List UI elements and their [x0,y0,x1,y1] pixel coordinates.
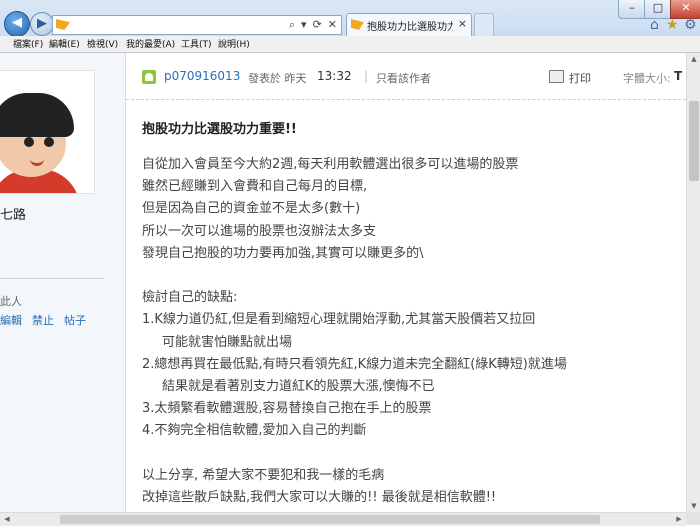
online-status-icon [142,70,156,84]
author-sidebar: 七路 此人 編輯 禁止 帖子 [0,53,126,512]
body-line: 雖然已經賺到入會費和自己每月的目標, [142,179,368,195]
scroll-up-arrow-icon[interactable]: ▲ [687,55,700,63]
sidebar-username[interactable]: 七路 [0,204,26,223]
ban-link[interactable]: 禁止 [32,314,54,327]
scroll-down-arrow-icon[interactable]: ▼ [687,502,700,510]
posted-label: 發表於 昨天 [248,72,307,85]
review-line: 2.總想再買在最低點,有時只看領先紅,K線力道未完全翻紅(綠K轉短)就進場 [142,356,567,372]
font-size-label: 字體大小: [623,72,671,85]
review-line: 可能就害怕賺點就出場 [162,334,293,350]
header-divider [126,99,686,100]
review-line: 結果就是看著別支力道紅K的股票大漲,懊悔不已 [162,378,435,394]
browser-titlebar: ◀ ▶ ⌕▾⟳✕ 抱股功力比選股功力重要!! ... × – □ ✕ ⌂ ★ ⚙ [0,0,700,37]
menu-view[interactable]: 檢視(V) [87,37,118,50]
separator: | [364,69,369,83]
sidebar-label: 此人 [0,295,22,308]
vertical-scroll-thumb[interactable] [689,101,699,181]
sidebar-divider [0,278,104,279]
tab-close-icon[interactable]: × [458,17,467,30]
author-link[interactable]: p070916013 [164,69,240,83]
menu-favorites[interactable]: 我的最愛(A) [126,37,175,50]
favorites-star-icon[interactable]: ★ [666,17,679,33]
address-bar[interactable]: ⌕ ▾ ⟳ ✕ [52,15,342,35]
refresh-icon[interactable]: ⟳ [313,18,322,31]
menu-tools[interactable]: 工具(T) [181,37,212,50]
minimize-button[interactable]: – [618,0,646,19]
search-icon[interactable]: ⌕ [289,18,295,31]
review-line: 4.不夠完全相信軟體,愛加入自己的判斷 [142,423,367,439]
dropdown-icon[interactable]: ▾ [301,18,307,31]
body-line: 但是因為自己的資金並不是太多(數十) [142,201,361,217]
browser-tab[interactable]: 抱股功力比選股功力重要!! ... × [346,13,472,36]
site-favicon-icon [56,19,70,30]
menu-help[interactable]: 說明(H) [218,37,250,50]
closing-line: 以上分享, 希望大家不要犯和我一樣的毛病 [142,467,385,483]
body-line: 發現自己抱股的功力要再加強,其實可以賺更多的\ [142,245,424,261]
print-link[interactable]: 打印 [569,70,591,86]
font-size-toggle[interactable]: T [674,69,682,83]
horizontal-scroll-thumb[interactable] [60,515,600,524]
body-line: 所以一次可以進場的股票也沒辦法太多支 [142,223,377,239]
closing-line: 改掉這些散戶缺點,我們大家可以大賺的!! 最後就是相信軟體!! [142,489,497,505]
post-title: 抱股功力比選股功力重要!! [142,122,297,137]
gear-icon[interactable]: ⚙ [684,17,697,33]
post-header: p070916013 發表於 昨天 13:32 | 只看該作者 打印 字體大小:… [126,53,686,97]
review-line: 3.太頻繁看軟體選股,容易替換自己抱在手上的股票 [142,401,432,417]
post-body: 自從加入會員至今大約2週,每天利用軟體選出很多可以進場的股票 雖然已經賺到入會費… [142,154,682,509]
tab-favicon-icon [351,19,364,30]
menu-file[interactable]: 檔案(F) [13,37,43,50]
sidebar-links: 編輯 禁止 帖子 [0,312,96,328]
menu-bar: 檔案(F) 編輯(E) 檢視(V) 我的最愛(A) 工具(T) 說明(H) [0,36,700,53]
avatar[interactable] [0,70,95,194]
only-author-link[interactable]: 只看該作者 [376,70,431,86]
scroll-left-arrow-icon[interactable]: ◀ [0,515,14,523]
scroll-right-arrow-icon[interactable]: ▶ [672,515,686,523]
menu-edit[interactable]: 編輯(E) [49,37,80,50]
home-icon[interactable]: ⌂ [650,17,659,33]
tab-title: 抱股功力比選股功力重要!! ... [367,22,453,33]
edit-link[interactable]: 編輯 [0,314,22,327]
printer-icon[interactable] [549,70,564,83]
review-heading: 檢討自己的缺點: [142,290,238,306]
body-line: 自從加入會員至今大約2週,每天利用軟體選出很多可以進場的股票 [142,157,519,172]
back-button[interactable]: ◀ [4,11,30,37]
horizontal-scrollbar[interactable]: ◀ ▶ [0,512,686,526]
scrollbar-corner [686,512,700,525]
review-line: 1.K線力道仍紅,但是看到縮短心理就開始浮動,尤其當天股價若又拉回 [142,312,536,328]
new-tab-button[interactable] [474,13,494,36]
forward-button[interactable]: ▶ [30,12,54,36]
vertical-scrollbar[interactable]: ▲ ▼ [686,53,700,512]
stop-icon[interactable]: ✕ [328,18,337,31]
posted-time: 13:32 [317,69,352,83]
posts-link[interactable]: 帖子 [64,314,86,327]
